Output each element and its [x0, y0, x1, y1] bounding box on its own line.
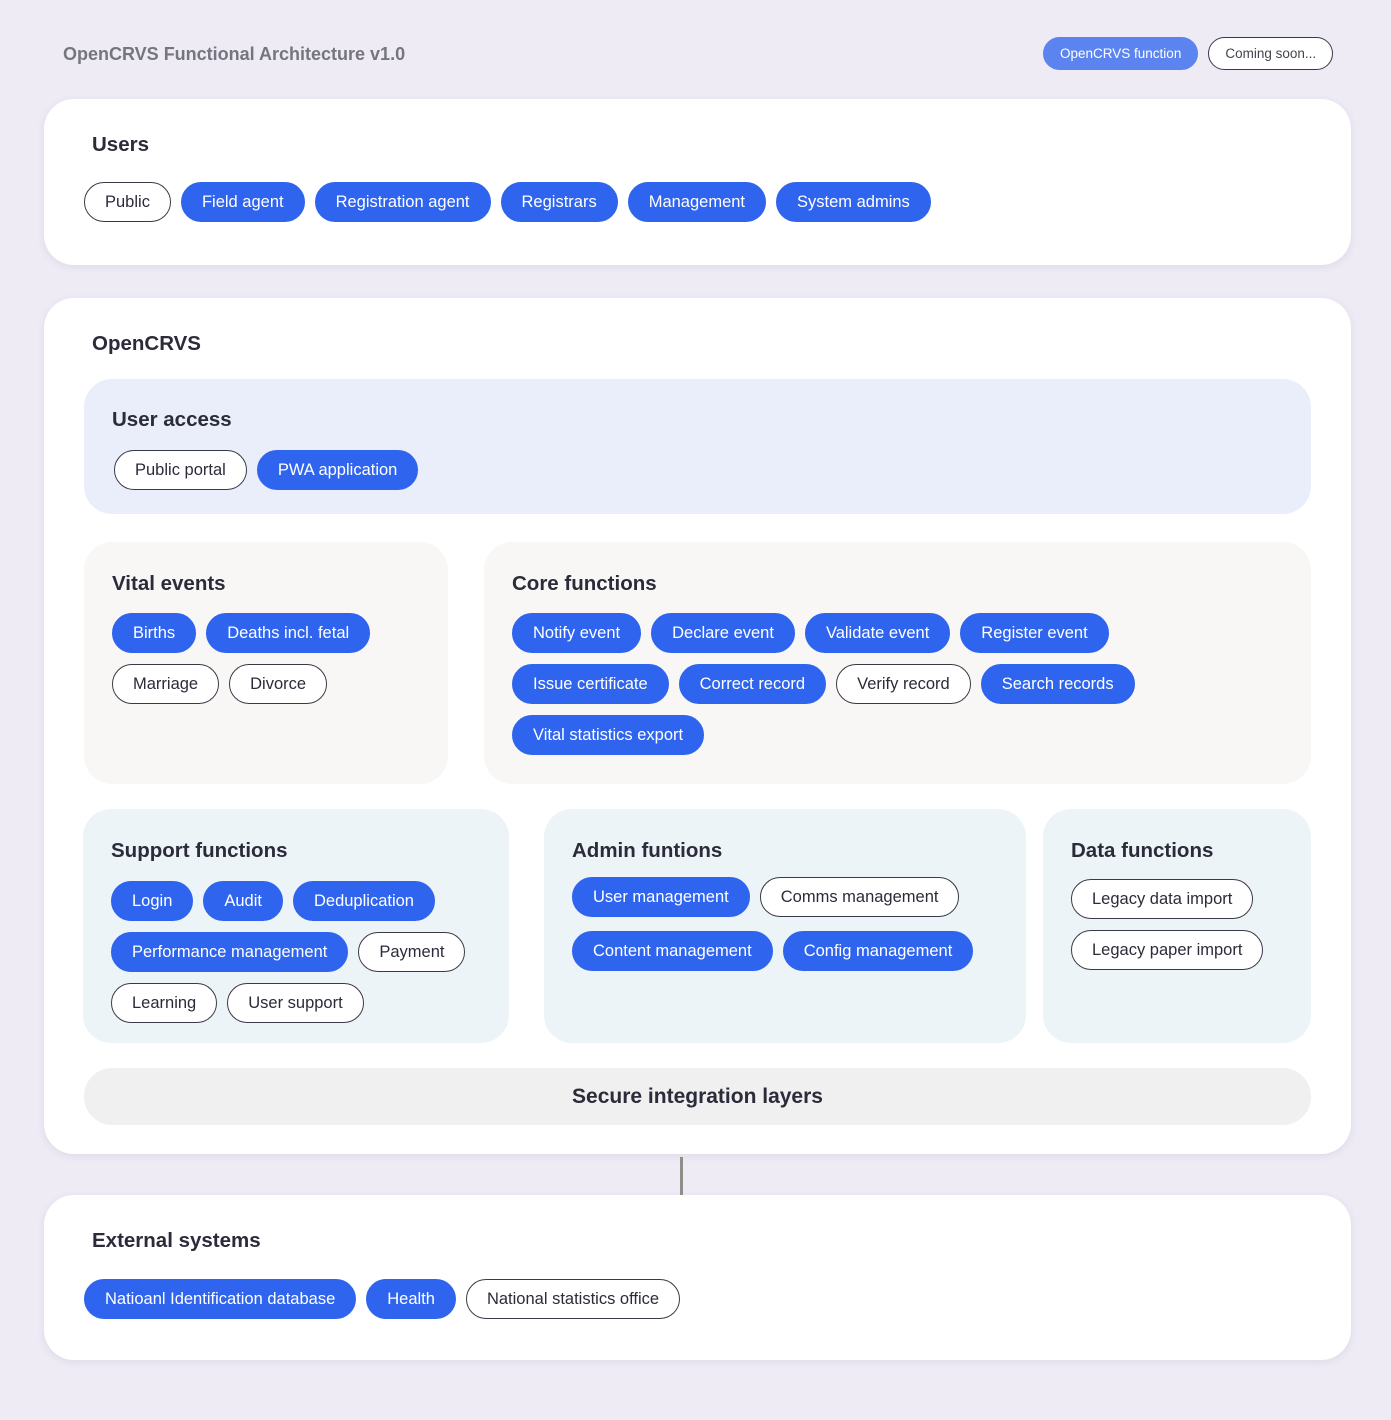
- support-functions-panel: Support functions Login Audit Deduplicatio…: [83, 809, 509, 1043]
- data-functions-panel: Data functions Legacy data import Legacy …: [1043, 809, 1311, 1043]
- function-tag: Deaths incl. fetal: [206, 613, 371, 653]
- opencrvs-title: OpenCRVS: [92, 332, 201, 355]
- function-tag: Registration agent: [314, 182, 491, 222]
- data-functions-title: Data functions: [1071, 839, 1214, 862]
- function-tag: PWA application: [256, 450, 419, 490]
- user-access-panel: User access Public portal PWA application: [84, 379, 1311, 514]
- function-tag: Registrars: [500, 182, 618, 222]
- function-tag: Content management: [572, 931, 773, 971]
- external-systems-card: External systems Natioanl Identification…: [44, 1195, 1351, 1360]
- admin-functions-tags: User management Comms management Content m…: [572, 877, 1012, 971]
- function-tag: Declare event: [651, 613, 795, 653]
- function-tag: System admins: [776, 182, 931, 222]
- connector-line: [680, 1157, 683, 1195]
- external-systems-title: External systems: [92, 1229, 261, 1252]
- coming-soon-tag: Legacy data import: [1071, 879, 1254, 919]
- core-functions-title: Core functions: [512, 572, 657, 595]
- function-tag: Register event: [960, 613, 1109, 653]
- user-access-tags: Public portal PWA application: [114, 450, 419, 490]
- user-access-title: User access: [112, 408, 232, 431]
- users-title: Users: [92, 133, 149, 156]
- coming-soon-tag: Public portal: [114, 450, 247, 490]
- function-tag: Correct record: [678, 664, 827, 704]
- admin-functions-title: Admin funtions: [572, 839, 723, 862]
- vital-events-title: Vital events: [112, 572, 226, 595]
- function-tag: Vital statistics export: [512, 715, 705, 755]
- opencrvs-card: OpenCRVS User access Public portal PWA ap…: [44, 298, 1351, 1154]
- function-tag: Health: [366, 1279, 456, 1319]
- legend: OpenCRVS function Coming soon...: [1043, 37, 1334, 70]
- users-card: Users Public Field agent Registration agen…: [44, 99, 1351, 265]
- legend-function-badge: OpenCRVS function: [1043, 37, 1199, 70]
- function-tag: Audit: [203, 881, 283, 921]
- coming-soon-tag: Payment: [358, 932, 466, 972]
- coming-soon-tag: National statistics office: [465, 1279, 681, 1319]
- support-functions-tags: Login Audit Deduplication Performance manag…: [111, 881, 501, 1023]
- coming-soon-tag: Marriage: [112, 664, 220, 704]
- external-systems-tags: Natioanl Identification database Health Na…: [84, 1279, 681, 1319]
- core-functions-tags: Notify event Declare event Validate event R…: [512, 613, 1192, 755]
- function-tag: Births: [112, 613, 197, 653]
- function-tag: Management: [627, 182, 767, 222]
- secure-integration-layers: Secure integration layers: [84, 1068, 1311, 1125]
- function-tag: Natioanl Identification database: [84, 1279, 357, 1319]
- function-tag: Notify event: [512, 613, 642, 653]
- admin-functions-panel: Admin funtions User management Comms mana…: [544, 809, 1026, 1043]
- coming-soon-tag: Learning: [111, 983, 218, 1023]
- coming-soon-tag: Divorce: [229, 664, 328, 704]
- core-functions-panel: Core functions Notify event Declare event…: [484, 542, 1311, 784]
- coming-soon-tag: User support: [227, 983, 364, 1023]
- coming-soon-tag: Public: [84, 182, 171, 222]
- coming-soon-tag: Verify record: [836, 664, 971, 704]
- legend-coming-soon-badge: Coming soon...: [1208, 37, 1334, 70]
- function-tag: Performance management: [111, 932, 349, 972]
- vital-events-panel: Vital events Births Deaths incl. fetal Mar…: [84, 542, 448, 784]
- function-tag: Login: [111, 881, 194, 921]
- function-tag: Validate event: [804, 613, 951, 653]
- support-functions-title: Support functions: [111, 839, 288, 862]
- function-tag: User management: [572, 877, 750, 917]
- coming-soon-tag: Comms management: [759, 877, 960, 917]
- data-functions-tags: Legacy data import Legacy paper import: [1071, 879, 1301, 970]
- coming-soon-tag: Legacy paper import: [1071, 930, 1264, 970]
- vital-events-tags: Births Deaths incl. fetal Marriage Divorce: [112, 613, 432, 704]
- function-tag: Issue certificate: [512, 664, 669, 704]
- function-tag: Config management: [782, 931, 974, 971]
- page-title: OpenCRVS Functional Architecture v1.0: [63, 44, 406, 64]
- function-tag: Search records: [980, 664, 1135, 704]
- users-tags: Public Field agent Registration agent Regis…: [84, 182, 931, 222]
- function-tag: Deduplication: [292, 881, 435, 921]
- function-tag: Field agent: [180, 182, 305, 222]
